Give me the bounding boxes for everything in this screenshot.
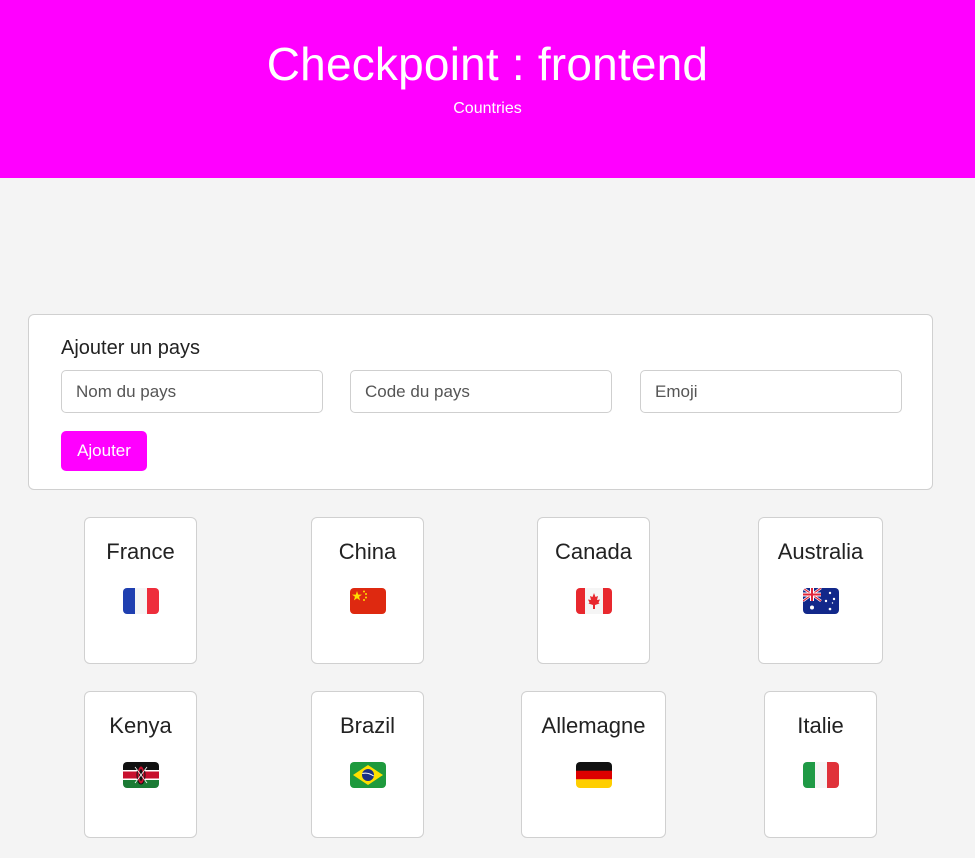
country-name: Italie <box>797 713 844 738</box>
country-name: China <box>338 539 397 564</box>
page-title: Checkpoint : frontend <box>266 38 709 90</box>
country-card[interactable]: France <box>84 517 197 664</box>
flag-china-icon <box>349 588 386 614</box>
country-name: Canada <box>554 539 633 564</box>
country-card[interactable]: Australia <box>758 517 883 664</box>
country-card[interactable]: Italie <box>764 691 877 838</box>
emoji-input[interactable] <box>640 370 902 413</box>
page-subtitle: Countries <box>453 100 522 117</box>
flag-kenya-icon <box>122 762 159 788</box>
form-heading: Ajouter un pays <box>61 337 200 359</box>
flag-france-icon <box>122 588 159 614</box>
country-name: Australia <box>777 539 864 564</box>
country-name: France <box>106 539 175 564</box>
country-card[interactable]: China <box>311 517 424 664</box>
country-name-input[interactable] <box>61 370 323 413</box>
page-header: Checkpoint : frontend Countries <box>0 0 975 178</box>
country-name: Brazil <box>339 713 395 738</box>
add-button[interactable]: Ajouter <box>61 431 147 471</box>
flag-italy-icon <box>802 762 839 788</box>
country-name: Allemagne <box>541 713 646 738</box>
country-card[interactable]: Allemagne <box>521 691 666 838</box>
flag-germany-icon <box>575 762 612 788</box>
flag-canada-icon <box>575 588 612 614</box>
flag-australia-icon <box>802 588 839 614</box>
country-card[interactable]: Brazil <box>311 691 424 838</box>
flag-brazil-icon <box>349 762 386 788</box>
country-card[interactable]: Canada <box>537 517 650 664</box>
country-code-input[interactable] <box>350 370 612 413</box>
country-card[interactable]: Kenya <box>84 691 197 838</box>
add-country-form: Ajouter un pays Ajouter <box>28 314 933 490</box>
country-name: Kenya <box>109 713 172 738</box>
